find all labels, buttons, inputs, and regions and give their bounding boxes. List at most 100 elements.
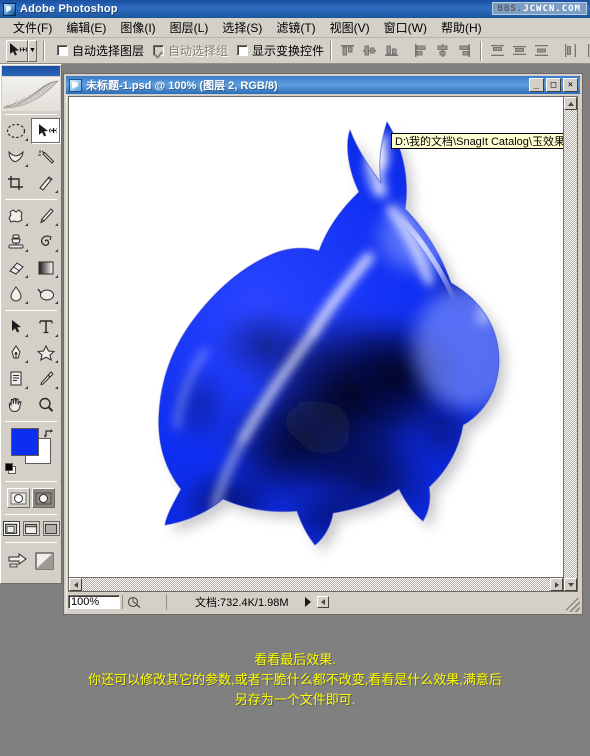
- menu-edit[interactable]: 编辑(E): [59, 17, 113, 38]
- status-menu-button[interactable]: [303, 596, 313, 608]
- feather-banner-icon: [2, 77, 60, 111]
- flyout-corner-indicator: [55, 249, 58, 252]
- distribute-horizontal-centers-icon[interactable]: [583, 41, 590, 60]
- foreground-color-swatch[interactable]: [11, 428, 39, 456]
- menu-window[interactable]: 窗口(W): [377, 17, 434, 38]
- scroll-down-button[interactable]: [564, 578, 577, 591]
- horizontal-scrollbar[interactable]: [68, 577, 564, 592]
- menu-help[interactable]: 帮助(H): [434, 17, 489, 38]
- scroll-up-button[interactable]: [564, 97, 577, 110]
- menu-filter[interactable]: 滤镜(T): [269, 17, 322, 38]
- toolbox-divider: [5, 310, 57, 311]
- path-selection-tool[interactable]: [1, 314, 31, 340]
- standard-mode-button[interactable]: [7, 488, 30, 508]
- move-tool[interactable]: [31, 118, 61, 144]
- auto-select-layer-checkbox[interactable]: 自动选择图层: [56, 42, 144, 59]
- preview-thumb-icon[interactable]: [122, 595, 144, 609]
- document-status-bar: 100% 文档:732.4K/1.98M: [68, 594, 578, 610]
- watermark-prefix: BBS.: [497, 3, 524, 14]
- application-title: Adobe Photoshop: [20, 3, 118, 15]
- full-screen-icon: [45, 523, 57, 534]
- hand-icon: [8, 398, 22, 413]
- blur-tool[interactable]: [1, 281, 31, 307]
- jump-to-imageready-button[interactable]: [7, 551, 31, 576]
- status-proxy-icon[interactable]: [316, 596, 329, 608]
- maximize-button[interactable]: □: [546, 78, 561, 92]
- standard-screen-mode-button[interactable]: [2, 521, 20, 536]
- toolbox-title-bar[interactable]: [2, 66, 60, 76]
- align-buttons-group: [338, 41, 474, 60]
- custom-shape-tool[interactable]: [31, 340, 61, 366]
- align-left-edges-icon[interactable]: [411, 41, 430, 60]
- distribute-bottom-edges-icon[interactable]: [532, 41, 551, 60]
- eraser-tool[interactable]: [1, 255, 31, 281]
- menu-file[interactable]: 文件(F): [6, 17, 59, 38]
- tool-grid-selection: [1, 118, 61, 196]
- active-tool-preset-button[interactable]: [6, 39, 28, 62]
- default-colors-icon[interactable]: [5, 463, 16, 474]
- vertical-scrollbar[interactable]: [563, 96, 578, 592]
- dodge-tool[interactable]: [31, 281, 61, 307]
- magic-wand-tool[interactable]: [31, 144, 61, 170]
- jump-to-row: [1, 546, 61, 579]
- pen-tool[interactable]: [1, 340, 31, 366]
- type-tool[interactable]: [31, 314, 61, 340]
- marquee-tool[interactable]: [1, 118, 31, 144]
- align-horizontal-centers-icon[interactable]: [433, 41, 452, 60]
- menu-view[interactable]: 视图(V): [323, 17, 377, 38]
- close-button[interactable]: ✕: [563, 78, 578, 92]
- canvas-area[interactable]: D:\我的文档\SnagIt Catalog\玉效果制: [68, 96, 564, 592]
- swap-colors-icon[interactable]: [44, 426, 55, 438]
- imageready-logo[interactable]: [35, 551, 55, 576]
- watermark-suffix: JCWCN.COM: [523, 3, 581, 14]
- scroll-left-button[interactable]: [69, 578, 82, 591]
- brush-tool[interactable]: [31, 203, 61, 229]
- crop-tool[interactable]: [1, 170, 31, 196]
- window-buttons: _ □ ✕: [529, 78, 580, 92]
- menu-image[interactable]: 图像(I): [113, 17, 162, 38]
- zoom-tool[interactable]: [31, 392, 61, 418]
- scroll-right-button[interactable]: [550, 578, 563, 591]
- type-t-icon: [39, 320, 53, 334]
- resize-grip-icon[interactable]: [566, 598, 580, 612]
- history-brush-tool[interactable]: [31, 229, 61, 255]
- show-transform-controls-checkbox[interactable]: 显示变换控件: [236, 42, 324, 59]
- full-screen-menubar-mode-button[interactable]: [22, 521, 40, 536]
- align-bottom-edges-icon[interactable]: [382, 41, 401, 60]
- show-transform-controls-label: 显示变换控件: [251, 44, 324, 58]
- align-top-edges-icon[interactable]: [338, 41, 357, 60]
- full-screen-mode-button[interactable]: [42, 521, 60, 536]
- gradient-tool[interactable]: [31, 255, 61, 281]
- zoom-level-input[interactable]: 100%: [68, 595, 120, 609]
- align-vertical-centers-icon[interactable]: [360, 41, 379, 60]
- distribute-top-edges-icon[interactable]: [488, 41, 507, 60]
- hand-tool[interactable]: [1, 392, 31, 418]
- quick-mask-mode-button[interactable]: [32, 488, 55, 508]
- flyout-corner-indicator: [55, 190, 58, 193]
- minimize-button[interactable]: _: [529, 78, 544, 92]
- checkbox-box: [236, 45, 248, 56]
- flyout-corner-indicator: [25, 360, 28, 363]
- quick-mask-icon: [35, 492, 52, 504]
- flyout-corner-indicator: [25, 164, 28, 167]
- tool-preset-dropdown[interactable]: ▼: [28, 39, 37, 62]
- clone-stamp-tool[interactable]: [1, 229, 31, 255]
- healing-brush-tool[interactable]: [1, 203, 31, 229]
- menu-layer[interactable]: 图层(L): [163, 17, 216, 38]
- lasso-tool[interactable]: [1, 144, 31, 170]
- triangle-down-icon: [567, 582, 574, 587]
- mask-mode-buttons: [1, 485, 61, 511]
- menu-select[interactable]: 选择(S): [215, 17, 269, 38]
- notes-tool[interactable]: [1, 366, 31, 392]
- distribute-vertical-centers-icon[interactable]: [510, 41, 529, 60]
- eyedropper-tool[interactable]: [31, 366, 61, 392]
- standard-mask-icon: [10, 492, 27, 504]
- auto-select-group-checkbox[interactable]: 自动选择组: [152, 42, 228, 59]
- photoshop-window: Adobe Photoshop BBS. JCWCN.COM 文件(F) 编辑(E…: [0, 0, 590, 756]
- align-right-edges-icon[interactable]: [455, 41, 474, 60]
- slice-tool[interactable]: [31, 170, 61, 196]
- document-title-bar[interactable]: 未标题-1.psd @ 100% (图层 2, RGB/8) _ □ ✕: [66, 76, 580, 94]
- elliptical-marquee-icon: [6, 123, 26, 139]
- toolbox-divider: [5, 199, 57, 200]
- distribute-left-edges-icon[interactable]: [561, 41, 580, 60]
